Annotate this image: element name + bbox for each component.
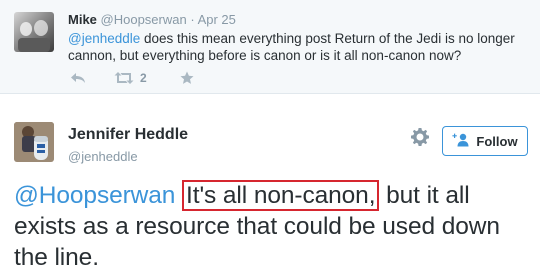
author-name[interactable]: Jennifer Heddle bbox=[68, 126, 188, 144]
tweet-date[interactable]: Apr 25 bbox=[198, 12, 236, 27]
retweet-button[interactable]: 2 bbox=[114, 71, 180, 85]
follow-label: Follow bbox=[476, 133, 518, 149]
reply-button[interactable] bbox=[70, 71, 114, 85]
separator: · bbox=[190, 12, 195, 27]
gear-icon[interactable] bbox=[410, 127, 430, 147]
reply-header: Mike @Hoopserwan · Apr 25 bbox=[68, 12, 236, 27]
follow-button[interactable]: Follow bbox=[442, 126, 528, 156]
mention-link[interactable]: @jenheddle bbox=[68, 31, 140, 46]
author-name[interactable]: Mike bbox=[68, 12, 97, 27]
author-handle[interactable]: @Hoopserwan bbox=[101, 12, 187, 27]
retweet-icon bbox=[114, 71, 134, 85]
mention-link[interactable]: @Hoopserwan bbox=[14, 182, 175, 209]
star-icon bbox=[180, 71, 194, 85]
highlighted-phrase: It's all non-canon, bbox=[182, 180, 380, 211]
tweet-actions: 2 bbox=[70, 69, 194, 87]
avatar[interactable] bbox=[14, 122, 54, 162]
tweet-text: @Hoopserwan It's all non-canon, but it a… bbox=[14, 180, 534, 273]
retweet-count: 2 bbox=[140, 71, 147, 85]
favorite-button[interactable] bbox=[180, 71, 194, 85]
reply-tweet[interactable]: Mike @Hoopserwan · Apr 25 @jenheddle doe… bbox=[0, 0, 540, 94]
add-user-icon bbox=[452, 133, 470, 150]
main-tweet: Jennifer Heddle @jenheddle Follow @Hoops… bbox=[0, 94, 540, 280]
reply-arrow-icon bbox=[70, 71, 86, 85]
avatar[interactable] bbox=[14, 12, 54, 52]
author-handle[interactable]: @jenheddle bbox=[68, 149, 138, 164]
tweet-text: @jenheddle does this mean everything pos… bbox=[68, 30, 528, 64]
